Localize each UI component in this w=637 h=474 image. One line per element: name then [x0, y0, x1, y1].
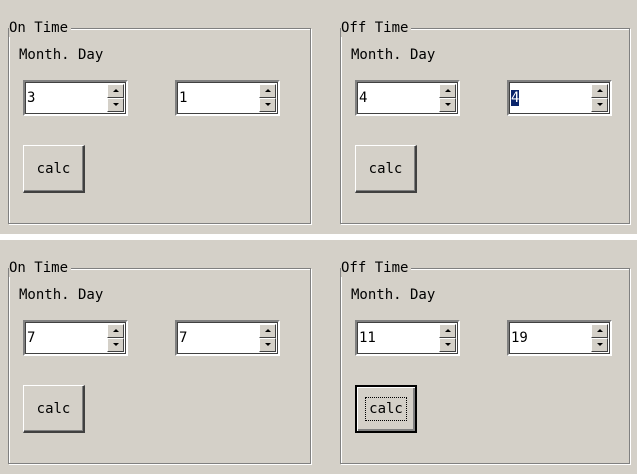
spin-down-icon[interactable]: [439, 338, 456, 352]
spin-up-icon[interactable]: [591, 324, 608, 338]
spin-down-icon[interactable]: [107, 98, 124, 112]
on-day-input[interactable]: 1: [179, 88, 239, 108]
off-day-spinner[interactable]: 4: [507, 80, 612, 116]
off-month-spinner[interactable]: 4: [355, 80, 460, 116]
off-day-spinner[interactable]: 19: [507, 320, 612, 356]
off-time-legend: Off Time: [341, 19, 412, 37]
spin-down-icon[interactable]: [259, 98, 276, 112]
on-day-input[interactable]: 7: [179, 328, 239, 348]
on-calc-button[interactable]: calc: [23, 145, 85, 193]
on-month-input[interactable]: 7: [27, 328, 87, 348]
on-month-input[interactable]: 3: [27, 88, 87, 108]
off-month-input[interactable]: 4: [359, 88, 419, 108]
off-day-input[interactable]: 4: [511, 88, 571, 108]
on-day-spinner[interactable]: 7: [175, 320, 280, 356]
on-calc-button[interactable]: calc: [23, 385, 85, 433]
month-day-label: Month. Day: [351, 287, 436, 303]
spin-down-icon[interactable]: [439, 98, 456, 112]
on-day-spinner[interactable]: 1: [175, 80, 280, 116]
off-time-group: Off Time Month. Day 11 19 calc: [340, 259, 630, 464]
spin-down-icon[interactable]: [591, 338, 608, 352]
spin-up-icon[interactable]: [107, 324, 124, 338]
month-day-label: Month. Day: [19, 287, 104, 303]
on-month-spinner[interactable]: 3: [23, 80, 128, 116]
spin-up-icon[interactable]: [259, 324, 276, 338]
on-time-group: On Time Month. Day 3 1 calc: [8, 19, 311, 224]
spin-down-icon[interactable]: [591, 98, 608, 112]
off-month-spinner[interactable]: 11: [355, 320, 460, 356]
spin-down-icon[interactable]: [259, 338, 276, 352]
panel-bottom: On Time Month. Day 7 7 calc Off Time Mon…: [0, 240, 637, 474]
off-calc-button[interactable]: calc: [355, 385, 417, 433]
on-month-spinner[interactable]: 7: [23, 320, 128, 356]
on-time-legend: On Time: [9, 259, 72, 277]
spin-up-icon[interactable]: [107, 84, 124, 98]
month-day-label: Month. Day: [351, 47, 436, 63]
month-day-label: Month. Day: [19, 47, 104, 63]
spin-up-icon[interactable]: [591, 84, 608, 98]
off-month-input[interactable]: 11: [359, 328, 419, 348]
on-time-legend: On Time: [9, 19, 72, 37]
spin-up-icon[interactable]: [439, 324, 456, 338]
spin-up-icon[interactable]: [439, 84, 456, 98]
off-time-group: Off Time Month. Day 4 4 calc: [340, 19, 630, 224]
on-time-group: On Time Month. Day 7 7 calc: [8, 259, 311, 464]
off-time-legend: Off Time: [341, 259, 412, 277]
off-day-input[interactable]: 19: [511, 328, 571, 348]
spin-up-icon[interactable]: [259, 84, 276, 98]
spin-down-icon[interactable]: [107, 338, 124, 352]
panel-top: On Time Month. Day 3 1 calc Off Time Mon…: [0, 0, 637, 234]
off-calc-button[interactable]: calc: [355, 145, 417, 193]
